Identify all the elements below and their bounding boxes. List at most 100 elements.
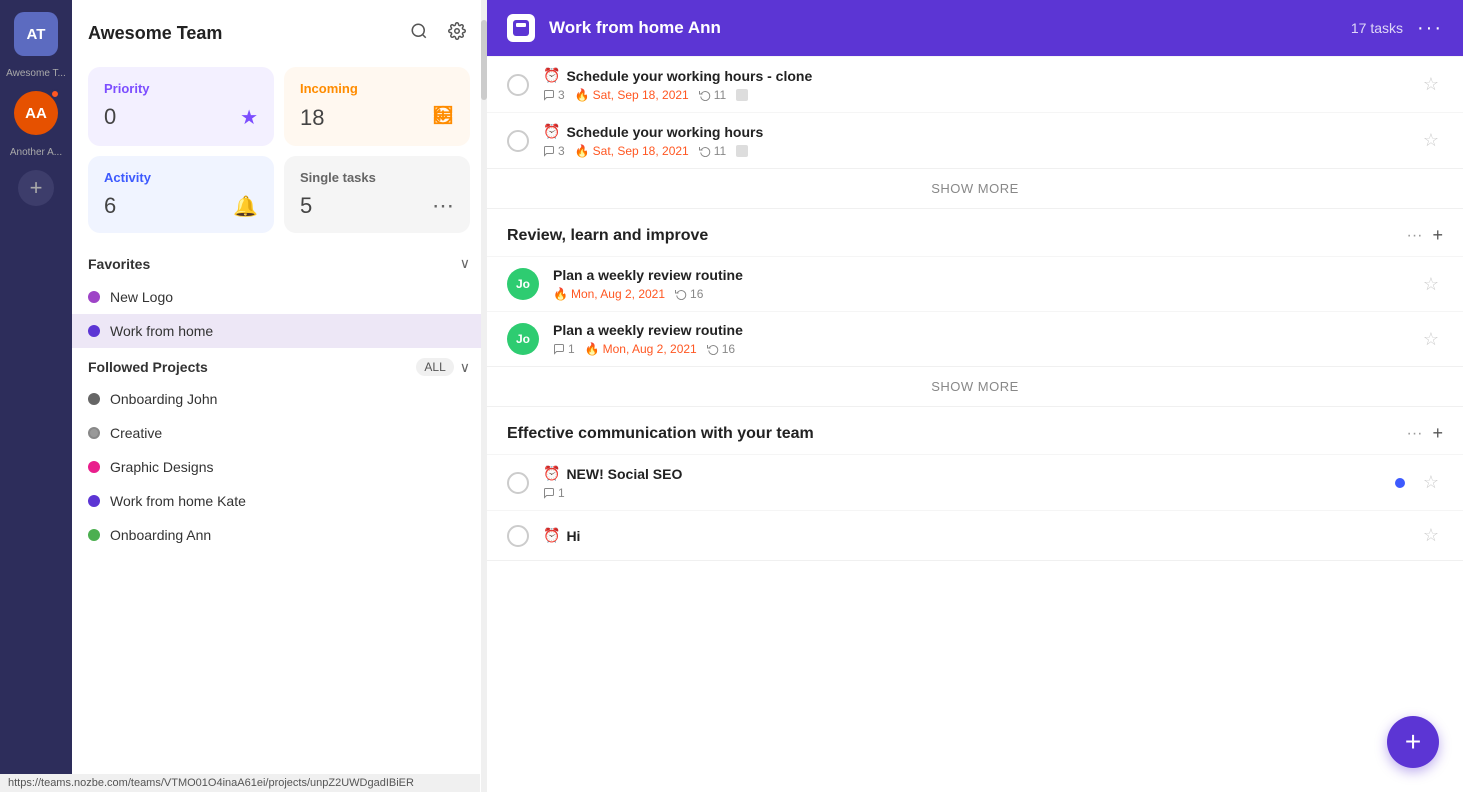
star-button-2[interactable]: ☆: [1419, 126, 1443, 155]
group-add-button-3[interactable]: +: [1432, 423, 1443, 444]
notification-dot: [50, 89, 60, 99]
stat-incoming[interactable]: Incoming 18: [284, 67, 470, 146]
fire-meta-3: 🔥 Mon, Aug 2, 2021: [553, 287, 665, 301]
comment-meta-1: 3: [543, 88, 565, 102]
sidebar-item-onboarding-john[interactable]: Onboarding John: [72, 382, 486, 416]
table-row: Jo Plan a weekly review routine 🔥 Mon, A…: [487, 256, 1463, 311]
task-title-4: Plan a weekly review routine: [553, 322, 743, 338]
task-body-3: Plan a weekly review routine 🔥 Mon, Aug …: [553, 267, 1405, 301]
sidebar-actions: [406, 18, 470, 49]
task-meta-5: 1: [543, 486, 1381, 500]
more-options-button[interactable]: ···: [1417, 17, 1443, 40]
add-task-fab[interactable]: +: [1387, 716, 1439, 768]
sidebar-item-work-from-home-kate[interactable]: Work from home Kate: [72, 484, 486, 518]
table-row: Jo Plan a weekly review routine 1 🔥 Mon,…: [487, 311, 1463, 366]
nav-label-work-from-home-kate: Work from home Kate: [110, 493, 246, 509]
task-body-2: ⏰ Schedule your working hours 3 🔥 Sat, S…: [543, 123, 1405, 158]
nav-label-new-logo: New Logo: [110, 289, 173, 305]
stat-single[interactable]: Single tasks 5 ⋯: [284, 156, 470, 233]
table-row: ⏰ NEW! Social SEO 1 ☆: [487, 454, 1463, 510]
group-title-3: Effective communication with your team: [507, 425, 814, 443]
user-avatar[interactable]: AA: [14, 91, 58, 135]
task-checkbox-2[interactable]: [507, 130, 529, 152]
team-avatar[interactable]: AT: [14, 12, 58, 56]
incoming-label: Incoming: [300, 81, 454, 96]
task-meta-4: 1 🔥 Mon, Aug 2, 2021 16: [553, 342, 1405, 356]
single-label: Single tasks: [300, 170, 454, 185]
task-area: ⏰ Schedule your working hours - clone 3 …: [487, 56, 1463, 792]
task-checkbox-6[interactable]: [507, 525, 529, 547]
star-button-6[interactable]: ☆: [1419, 521, 1443, 550]
favorites-title: Favorites: [88, 256, 150, 272]
search-button[interactable]: [406, 18, 432, 49]
group-more-button-3[interactable]: ···: [1407, 425, 1423, 443]
urgent-icon-5: ⏰: [543, 465, 560, 482]
task-body-6: ⏰ Hi: [543, 527, 1405, 544]
task-title-2: Schedule your working hours: [566, 124, 763, 140]
followed-projects-title: Followed Projects: [88, 359, 208, 375]
task-group-1: ⏰ Schedule your working hours - clone 3 …: [487, 56, 1463, 209]
followed-chevron-icon[interactable]: ∨: [460, 359, 470, 376]
project-title: Work from home Ann: [549, 18, 1337, 38]
nav-label-onboarding-john: Onboarding John: [110, 391, 217, 407]
nav-dot-onboarding-john: [88, 393, 100, 405]
nav-dot-onboarding-ann: [88, 529, 100, 541]
add-account-button[interactable]: +: [18, 170, 54, 206]
all-filter-button[interactable]: ALL: [416, 358, 453, 376]
tag-icon-1: [736, 89, 748, 101]
sidebar-item-onboarding-ann[interactable]: Onboarding Ann: [72, 518, 486, 552]
cycle-meta-1: 11: [699, 88, 726, 102]
nav-dot-new-logo: [88, 291, 100, 303]
activity-icon: 🔔: [233, 194, 258, 219]
scrollbar-thumb[interactable]: [481, 20, 487, 100]
favorites-list: New Logo Work from home Work from home A…: [72, 280, 486, 348]
sidebar-item-graphic-designs[interactable]: Graphic Designs: [72, 450, 486, 484]
group-title-2: Review, learn and improve: [507, 227, 708, 245]
nav-label-onboarding-ann: Onboarding Ann: [110, 527, 211, 543]
stat-priority[interactable]: Priority 0 ★: [88, 67, 274, 146]
user-avatar-jo-4: Jo: [507, 323, 539, 355]
stats-grid: Priority 0 ★ Incoming 18 Activity 6: [72, 59, 486, 247]
single-value: 5: [300, 193, 312, 219]
url-bar: https://teams.nozbe.com/teams/VTMO01O4in…: [0, 774, 480, 792]
group-actions-2: ··· +: [1407, 225, 1444, 246]
sidebar-header: Awesome Team: [72, 0, 486, 59]
task-checkbox-5[interactable]: [507, 472, 529, 494]
sidebar-item-creative[interactable]: Creative: [72, 416, 486, 450]
task-title-6: Hi: [566, 528, 580, 544]
nav-dot-graphic-designs: [88, 461, 100, 473]
tag-icon-2: [736, 145, 748, 157]
stat-activity[interactable]: Activity 6 🔔: [88, 156, 274, 233]
star-button-1[interactable]: ☆: [1419, 70, 1443, 99]
incoming-icon: [432, 104, 454, 132]
show-more-1[interactable]: SHOW MORE: [487, 168, 1463, 208]
star-button-5[interactable]: ☆: [1419, 468, 1443, 497]
activity-value: 6: [104, 193, 116, 219]
top-bar: Work from home Ann 17 tasks ···: [487, 0, 1463, 56]
star-button-4[interactable]: ☆: [1419, 325, 1443, 354]
settings-button[interactable]: [444, 18, 470, 49]
activity-label: Activity: [104, 170, 258, 185]
favorites-section-header[interactable]: Favorites ∨: [72, 247, 486, 280]
task-title-1: Schedule your working hours - clone: [566, 68, 812, 84]
blue-dot-5: [1395, 478, 1405, 488]
group-more-button-2[interactable]: ···: [1407, 227, 1423, 245]
task-checkbox-1[interactable]: [507, 74, 529, 96]
star-button-3[interactable]: ☆: [1419, 270, 1443, 299]
group-add-button-2[interactable]: +: [1432, 225, 1443, 246]
sidebar-item-work-from-home[interactable]: Work from home Work from home Ann: [72, 314, 486, 348]
show-more-2[interactable]: SHOW MORE: [487, 366, 1463, 406]
fire-meta-4: 🔥 Mon, Aug 2, 2021: [585, 342, 697, 356]
project-icon: [507, 14, 535, 42]
task-group-3: Effective communication with your team ·…: [487, 407, 1463, 561]
comment-meta-5: 1: [543, 486, 565, 500]
comment-meta-2: 3: [543, 144, 565, 158]
task-meta-2: 3 🔥 Sat, Sep 18, 2021 11: [543, 144, 1405, 158]
sidebar-item-new-logo[interactable]: New Logo: [72, 280, 486, 314]
followed-controls: ALL ∨: [416, 358, 470, 376]
main-sidebar: Awesome Team Priority 0 ★ Incoming: [72, 0, 487, 792]
user-avatar-jo-3: Jo: [507, 268, 539, 300]
group-actions-3: ··· +: [1407, 423, 1444, 444]
table-row: ⏰ Schedule your working hours - clone 3 …: [487, 56, 1463, 112]
followed-projects-header: Followed Projects ALL ∨: [72, 348, 486, 382]
